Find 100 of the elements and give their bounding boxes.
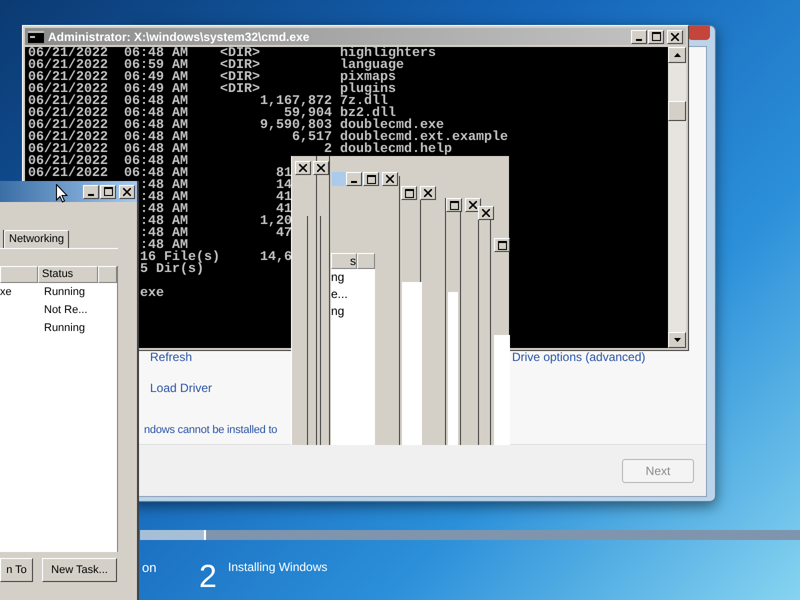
maximize-button[interactable] [494, 238, 510, 252]
minimize-button[interactable] [631, 30, 647, 44]
maximize-button[interactable] [648, 30, 664, 44]
directory-marker: <DIR> [220, 84, 260, 96]
minimize-button[interactable] [83, 184, 99, 198]
list-item: ng [331, 269, 344, 286]
minimize-icon [636, 38, 642, 40]
file-time: 06:48 AM [124, 48, 188, 60]
file-time: 06:48 AM [124, 120, 188, 132]
scroll-thumb[interactable] [668, 101, 686, 121]
file-size: 59,904 [284, 108, 332, 120]
file-time: :48 AM [140, 192, 188, 204]
column-header: s [331, 253, 357, 269]
directory-marker: <DIR> [220, 48, 260, 60]
close-button[interactable] [313, 161, 329, 175]
maximize-icon [450, 200, 458, 210]
file-name: doublecmd.ext.example [340, 132, 508, 144]
command-text: exe [140, 288, 164, 300]
close-icon [469, 201, 477, 209]
warning-message: ndows cannot be installed to [144, 423, 278, 438]
maximize-button[interactable] [363, 172, 379, 186]
close-icon [299, 164, 307, 172]
file-size: 2 [324, 144, 332, 156]
close-button[interactable] [478, 206, 494, 220]
file-name: highlighters [340, 48, 436, 60]
process-name: xe [0, 286, 12, 298]
down-arrow-icon [674, 338, 680, 342]
tab[interactable]: Networking [4, 230, 70, 248]
close-button[interactable] [667, 30, 683, 44]
file-name: plugins [340, 84, 396, 96]
step-number: 2 [199, 558, 217, 594]
step-label: Installing Windows [228, 559, 328, 576]
process-status: Running [44, 285, 85, 300]
file-time: 06:48 AM [124, 96, 188, 108]
file-size: 1,20 [260, 216, 292, 228]
file-time: 06:48 AM [124, 168, 188, 180]
file-name: language [340, 60, 404, 72]
minimize-icon [351, 181, 357, 183]
step-label: on [142, 559, 156, 577]
maximize-icon [366, 174, 376, 184]
close-button[interactable] [465, 198, 481, 212]
file-time: 06:48 AM [124, 156, 188, 168]
minimize-icon [88, 194, 94, 196]
close-button[interactable] [382, 172, 398, 186]
close-button[interactable] [295, 161, 311, 175]
maximize-icon [104, 187, 112, 196]
process-status: Not Re... [44, 303, 88, 318]
up-arrow-icon [674, 53, 680, 57]
column-header[interactable]: Status [38, 266, 98, 283]
file-time: :48 AM [140, 216, 188, 228]
scroll-up-button[interactable] [668, 47, 686, 63]
close-icon [671, 32, 679, 40]
file-time: 06:49 AM [124, 84, 188, 96]
maximize-button[interactable] [446, 198, 462, 212]
close-icon [317, 164, 325, 172]
file-size: 81 [276, 168, 292, 180]
close-icon [386, 175, 394, 183]
file-time: 06:48 AM [124, 144, 188, 156]
file-size: 9,590,803 [260, 120, 332, 132]
file-time: 06:48 AM [124, 108, 188, 120]
file-time: 06:48 AM [124, 132, 188, 144]
drive-options-link[interactable]: Drive options (advanced) [512, 348, 646, 366]
maximize-button[interactable] [401, 186, 417, 200]
task-button[interactable]: New Task... [42, 558, 117, 582]
close-icon [424, 189, 432, 197]
close-button[interactable] [119, 184, 135, 198]
file-size: 41 [276, 192, 292, 204]
window-title: Administrator: X:\windows\system32\cmd.exe [48, 28, 310, 46]
directory-marker: <DIR> [220, 60, 260, 72]
mouse-pointer-icon [56, 184, 68, 203]
process-status: Running [44, 321, 85, 336]
console-icon [28, 30, 44, 42]
close-icon [482, 209, 490, 217]
close-button[interactable] [420, 186, 436, 200]
list-item: ng [331, 303, 344, 320]
refresh-link[interactable]: Refresh [150, 348, 192, 366]
scroll-down-button[interactable] [668, 332, 686, 348]
load-driver-link[interactable]: Load Driver [150, 379, 212, 397]
summary-bytes: 14,6 [260, 252, 292, 264]
file-size: 41 [276, 204, 292, 216]
file-size: 14 [276, 180, 292, 192]
file-time: :48 AM [140, 180, 188, 192]
file-name: pixmaps [340, 72, 396, 84]
file-time: :48 AM [140, 204, 188, 216]
minimize-button[interactable] [346, 172, 362, 186]
list-item: e... [331, 286, 348, 303]
maximize-icon [404, 188, 414, 198]
task-button[interactable]: n To [0, 558, 33, 582]
maximize-button[interactable] [100, 184, 116, 198]
file-size: 6,517 [292, 132, 332, 144]
file-size: 47 [276, 228, 292, 240]
maximize-icon [652, 32, 660, 41]
file-time: :48 AM [140, 228, 188, 240]
directory-marker: <DIR> [220, 72, 260, 84]
file-time: 06:59 AM [124, 60, 188, 72]
summary-count: 5 Dir(s) [140, 262, 204, 277]
maximize-icon [498, 240, 506, 250]
file-time: 06:49 AM [124, 72, 188, 84]
file-name: doublecmd.help [340, 144, 452, 156]
close-icon [123, 188, 131, 196]
